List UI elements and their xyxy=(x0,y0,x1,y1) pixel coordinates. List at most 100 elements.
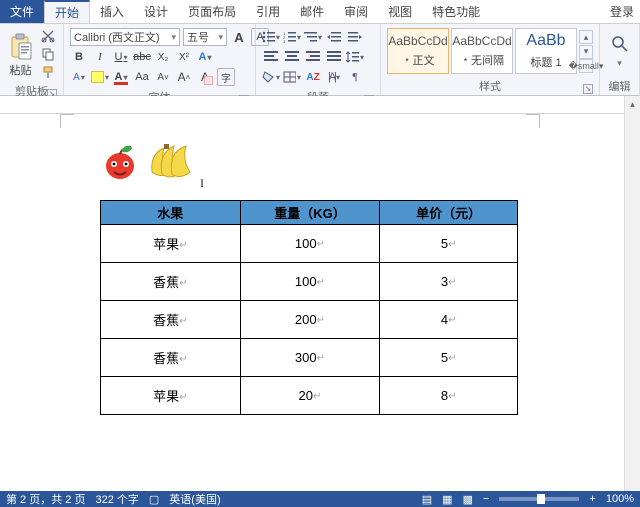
status-lang[interactable]: 英语(美国) xyxy=(169,491,220,507)
styles-launcher[interactable]: ↘ xyxy=(583,84,593,94)
inserted-images[interactable] xyxy=(100,142,200,182)
grow-font2-button[interactable]: A˄ xyxy=(175,68,193,86)
paste-button[interactable]: 粘贴 xyxy=(4,26,37,82)
col-fruit[interactable]: 水果 xyxy=(101,201,241,225)
subscript-button[interactable]: X₂ xyxy=(154,48,172,66)
strike-button[interactable]: abc xyxy=(133,48,151,66)
cut-button[interactable] xyxy=(39,28,57,44)
tab-view[interactable]: 视图 xyxy=(378,0,422,23)
sort-button[interactable]: AZ xyxy=(304,68,322,86)
align-center-button[interactable] xyxy=(283,48,301,66)
table-cell[interactable]: 4↵ xyxy=(380,301,518,339)
table-cell[interactable]: 香蕉↵ xyxy=(101,339,241,377)
tab-mail[interactable]: 邮件 xyxy=(290,0,334,23)
table-cell[interactable]: 100↵ xyxy=(240,263,380,301)
show-marks-button[interactable]: ¶ xyxy=(346,68,364,86)
style-up-icon[interactable]: ▴ xyxy=(579,30,593,44)
table-row[interactable]: 香蕉↵300↵5↵ xyxy=(101,339,518,377)
align-right-button[interactable] xyxy=(304,48,322,66)
style-more-icon[interactable]: �small▾ xyxy=(579,59,593,73)
fruit-table[interactable]: 水果 重量（KG） 单价（元） 苹果↵100↵5↵香蕉↵100↵3↵香蕉↵200… xyxy=(100,200,518,415)
indent-dec-button[interactable] xyxy=(325,28,343,46)
table-row[interactable]: 香蕉↵100↵3↵ xyxy=(101,263,518,301)
copy-button[interactable] xyxy=(39,46,57,62)
style-nospacing[interactable]: AaBbCcDd ﹡无间隔 xyxy=(451,28,513,74)
font-color-button[interactable]: A▾ xyxy=(112,68,130,86)
tab-home[interactable]: 开始 xyxy=(44,0,90,23)
tab-layout[interactable]: 页面布局 xyxy=(178,0,246,23)
line-spacing-button[interactable]: ▾ xyxy=(346,48,364,66)
status-lang-icon[interactable]: ▢ xyxy=(149,493,159,506)
enclosed-char-button[interactable]: 字 xyxy=(217,68,235,86)
table-cell[interactable]: 5↵ xyxy=(380,225,518,263)
shading-button[interactable]: ▾ xyxy=(262,68,280,86)
view-print-icon[interactable]: ▦ xyxy=(442,493,452,506)
font-name-select[interactable]: Calibri (西文正文)▾ xyxy=(70,28,180,46)
table-row[interactable]: 苹果↵20↵8↵ xyxy=(101,377,518,415)
vertical-scrollbar[interactable]: ▴ xyxy=(624,96,640,491)
table-cell[interactable]: 20↵ xyxy=(240,377,380,415)
table-cell[interactable]: 200↵ xyxy=(240,301,380,339)
align-left-button[interactable] xyxy=(262,48,280,66)
status-page[interactable]: 第 2 页，共 2 页 xyxy=(6,491,85,507)
table-cell[interactable]: 苹果↵ xyxy=(101,225,241,263)
table-row[interactable]: 苹果↵100↵5↵ xyxy=(101,225,518,263)
phonetic-button[interactable]: A▾ xyxy=(70,68,88,86)
style-down-icon[interactable]: ▾ xyxy=(579,45,593,59)
tab-design[interactable]: 设计 xyxy=(134,0,178,23)
change-case-button[interactable]: Aa xyxy=(133,68,151,86)
tab-special[interactable]: 特色功能 xyxy=(422,0,490,23)
document-area[interactable]: I 水果 重量（KG） 单价（元） 苹果↵100↵5↵香蕉↵100↵3↵香蕉↵2… xyxy=(0,114,624,491)
table-cell[interactable]: 8↵ xyxy=(380,377,518,415)
tab-insert[interactable]: 插入 xyxy=(90,0,134,23)
multilevel-button[interactable]: ▾ xyxy=(304,28,322,46)
find-button[interactable] xyxy=(611,35,629,56)
text-effects-button[interactable]: A▾ xyxy=(196,48,214,66)
zoom-level[interactable]: 100% xyxy=(606,493,634,505)
clear-format-button[interactable]: A xyxy=(196,68,214,86)
asian-layout-button[interactable]: |A|▾ xyxy=(325,68,343,86)
highlight-button[interactable]: ▾ xyxy=(91,68,109,86)
view-read-icon[interactable]: ▤ xyxy=(422,493,432,506)
shrink-font-button[interactable]: A˅ xyxy=(154,68,172,86)
bold-button[interactable]: B xyxy=(70,48,88,66)
tab-references[interactable]: 引用 xyxy=(246,0,290,23)
numbering-button[interactable]: 123▾ xyxy=(283,28,301,46)
italic-button[interactable]: I xyxy=(91,48,109,66)
ruler[interactable]: ▵ xyxy=(0,96,640,114)
table-row[interactable]: 香蕉↵200↵4↵ xyxy=(101,301,518,339)
underline-button[interactable]: U▾ xyxy=(112,48,130,66)
col-weight[interactable]: 重量（KG） xyxy=(240,201,380,225)
table-cell[interactable]: 香蕉↵ xyxy=(101,263,241,301)
banana-image-icon[interactable] xyxy=(146,142,200,182)
font-size-select[interactable]: 五号▾ xyxy=(183,28,227,46)
view-web-icon[interactable]: ▩ xyxy=(463,493,473,506)
indent-inc-button[interactable] xyxy=(346,28,364,46)
superscript-button[interactable]: X² xyxy=(175,48,193,66)
table-cell[interactable]: 300↵ xyxy=(240,339,380,377)
table-cell[interactable]: 苹果↵ xyxy=(101,377,241,415)
tab-review[interactable]: 审阅 xyxy=(334,0,378,23)
borders-button[interactable]: ▾ xyxy=(283,68,301,86)
tab-file[interactable]: 文件 xyxy=(0,0,44,23)
table-cell[interactable]: 100↵ xyxy=(240,225,380,263)
table-cell[interactable]: 香蕉↵ xyxy=(101,301,241,339)
zoom-out-button[interactable]: − xyxy=(483,493,489,505)
zoom-slider[interactable] xyxy=(499,497,579,501)
style-normal[interactable]: AaBbCcDd ﹡正文 xyxy=(387,28,449,74)
format-painter-button[interactable] xyxy=(39,64,57,80)
align-justify-button[interactable] xyxy=(325,48,343,66)
bullets-button[interactable]: ▾ xyxy=(262,28,280,46)
table-cell[interactable]: 3↵ xyxy=(380,263,518,301)
zoom-in-button[interactable]: + xyxy=(589,493,595,505)
highlight-icon xyxy=(91,71,104,83)
scroll-up-icon[interactable]: ▴ xyxy=(625,96,640,112)
grow-font-button[interactable]: A xyxy=(230,28,248,46)
login-link[interactable]: 登录 xyxy=(604,0,640,23)
table-cell[interactable]: 5↵ xyxy=(380,339,518,377)
apple-image-icon[interactable] xyxy=(100,142,140,182)
col-price[interactable]: 单价（元） xyxy=(380,201,518,225)
style-gallery-scroll[interactable]: ▴ ▾ �small▾ xyxy=(579,28,593,75)
edit-dd-icon[interactable]: ▾ xyxy=(617,58,622,69)
status-words[interactable]: 322 个字 xyxy=(95,491,138,507)
